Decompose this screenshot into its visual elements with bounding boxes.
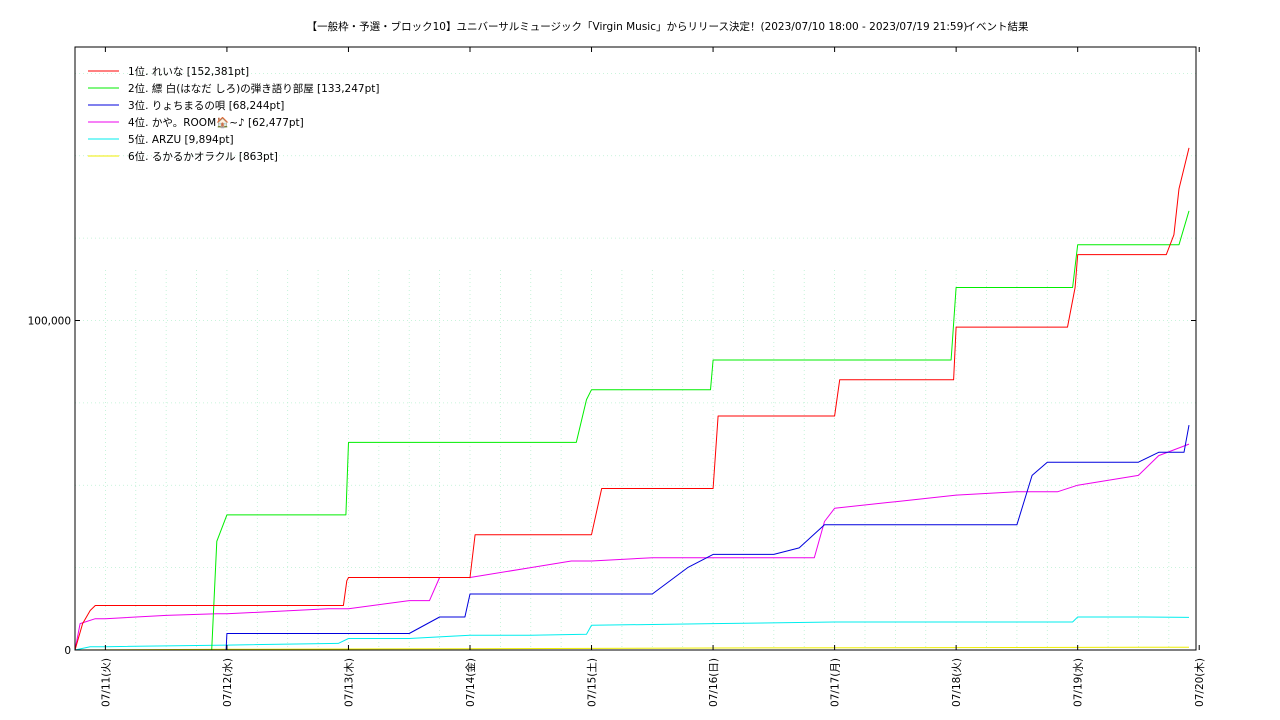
x-tick-label: 07/15(土) <box>586 658 599 707</box>
series-line-1 <box>74 147 1190 651</box>
x-tick-label: 07/17(月) <box>830 658 842 707</box>
legend-label-4: 4位. かや。ROOM🏠~♪ [62,477pt] <box>128 116 304 129</box>
y-tick-label: 0 <box>64 645 71 657</box>
legend-label-6: 6位. るかるかオラクル [863pt] <box>128 150 278 163</box>
legend-label-2: 2位. 縹 白(はなだ しろ)の弾き語り部屋 [133,247pt] <box>128 82 379 95</box>
x-tick-label: 07/13(木) <box>343 658 355 707</box>
x-tick-label: 07/16(日) <box>708 658 720 707</box>
legend-label-5: 5位. ARZU [9,894pt] <box>128 133 234 146</box>
legend-label-3: 3位. りょちまるの唄 [68,244pt] <box>128 99 284 112</box>
series-lines <box>74 147 1190 651</box>
y-tick-label: 100,000 <box>28 315 71 327</box>
series-line-4 <box>74 443 1190 651</box>
chart-subtitle: イベント結果 <box>966 20 1029 33</box>
legend-label-1: 1位. れいな [152,381pt] <box>128 65 249 78</box>
series-line-2 <box>75 210 1190 651</box>
x-tick-label: 07/18(火) <box>951 658 963 707</box>
chart: 【一般枠・予選・ブロック10】ユニバーサルミュージック「Virgin Music… <box>28 20 1207 707</box>
legend: 1位. れいな [152,381pt] 2位. 縹 白(はなだ しろ)の弾き語り部… <box>88 65 379 163</box>
x-tick-label: 07/11(火) <box>100 658 112 707</box>
x-tick-label: 07/20(木) <box>1194 658 1206 707</box>
x-tick-label: 07/12(水) <box>222 658 234 707</box>
x-tick-label: 07/19(水) <box>1073 658 1085 707</box>
x-tick-label: 07/14(金) <box>464 658 477 707</box>
series-line-3 <box>75 425 1190 651</box>
chart-title: 【一般枠・予選・ブロック10】ユニバーサルミュージック「Virgin Music… <box>307 20 968 33</box>
plot-frame <box>74 46 1197 651</box>
